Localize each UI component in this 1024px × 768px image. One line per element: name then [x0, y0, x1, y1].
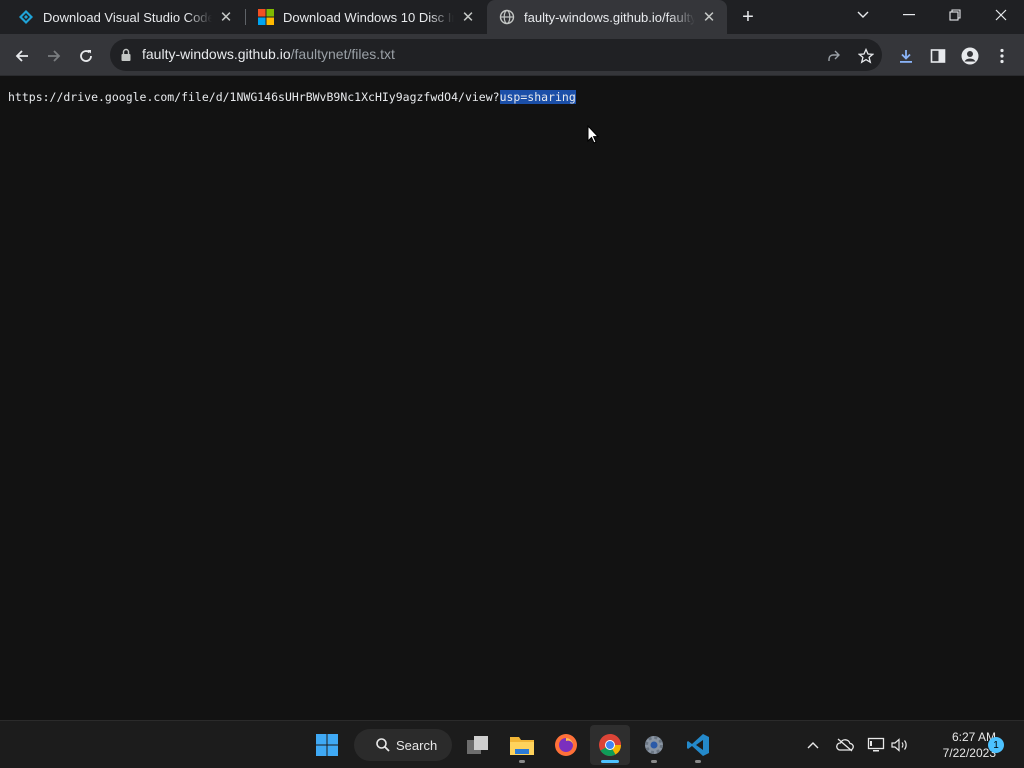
forward-arrow-icon[interactable]: [40, 42, 68, 70]
taskbar-clock[interactable]: 6:27 AM 7/22/2023: [914, 729, 996, 761]
share-icon[interactable]: [820, 42, 848, 70]
tab-strip: Download Visual Studio Code 1.8 ✕ Downlo…: [0, 0, 1024, 34]
clock-time: 6:27 AM: [951, 730, 996, 744]
windows-logo-icon: [316, 734, 338, 756]
globe-icon: [499, 9, 515, 25]
restore-icon[interactable]: [932, 0, 978, 30]
url-path: /faultynet/files.txt: [290, 46, 395, 62]
minimize-icon[interactable]: [886, 0, 932, 30]
task-view-icon[interactable]: [458, 725, 498, 765]
file-text-line: https://drive.google.com/file/d/1NWG146s…: [8, 90, 576, 104]
start-button[interactable]: [307, 725, 347, 765]
microsoft-logo-icon: [258, 9, 274, 25]
bookmark-star-icon[interactable]: [852, 42, 880, 70]
close-window-icon[interactable]: [978, 0, 1024, 30]
chrome-icon[interactable]: [590, 725, 630, 765]
address-url[interactable]: faulty-windows.github.io/faultynet/files…: [142, 46, 395, 62]
firefox-icon[interactable]: [546, 725, 586, 765]
running-indicator: [695, 760, 701, 763]
download-icon[interactable]: [892, 42, 920, 70]
onedrive-offline-icon[interactable]: [835, 735, 855, 755]
url-host: faulty-windows.github.io: [142, 46, 291, 62]
windows-taskbar: Search 6:27 AM 7/22/2023 1: [0, 720, 1024, 768]
tab-windows-download[interactable]: Download Windows 10 Disc Imag ✕: [240, 0, 486, 34]
tab-title: Download Windows 10 Disc Imag: [283, 9, 454, 25]
notification-badge[interactable]: 1: [988, 737, 1004, 753]
side-panel-icon[interactable]: [924, 42, 952, 70]
reload-icon[interactable]: [72, 42, 100, 70]
running-indicator: [651, 760, 657, 763]
show-hidden-icons-chevron-icon[interactable]: [803, 735, 823, 755]
back-arrow-icon[interactable]: [8, 42, 36, 70]
running-indicator: [519, 760, 525, 763]
search-icon: [376, 738, 390, 752]
tab-close-icon[interactable]: ✕: [699, 7, 719, 27]
active-indicator: [601, 760, 619, 763]
page-content: https://drive.google.com/file/d/1NWG146s…: [0, 77, 1024, 720]
tab-close-icon[interactable]: ✕: [216, 7, 236, 27]
mouse-pointer-icon: [587, 124, 600, 149]
tab-close-icon[interactable]: ✕: [458, 7, 478, 27]
vscode-icon[interactable]: [678, 725, 718, 765]
tab-search-chevron-icon[interactable]: [840, 0, 886, 30]
taskbar-search-button[interactable]: Search: [354, 729, 452, 761]
tab-title: Download Visual Studio Code 1.8: [43, 9, 212, 25]
file-explorer-icon[interactable]: [502, 725, 542, 765]
tab-faulty-windows[interactable]: faulty-windows.github.io/faultyne ✕: [487, 0, 727, 34]
clock-date: 7/22/2023: [942, 746, 996, 760]
vscode-diamond-icon: [18, 9, 34, 25]
profile-icon[interactable]: [956, 42, 984, 70]
new-tab-button[interactable]: +: [736, 5, 760, 29]
drive-link-text: https://drive.google.com/file/d/1NWG146s…: [8, 90, 500, 104]
tab-vscode-download[interactable]: Download Visual Studio Code 1.8 ✕: [0, 0, 244, 34]
tab-title: faulty-windows.github.io/faultyne: [524, 9, 695, 25]
settings-gear-icon[interactable]: [634, 725, 674, 765]
menu-kebab-icon[interactable]: [988, 42, 1016, 70]
volume-icon[interactable]: [890, 735, 910, 755]
lock-icon[interactable]: [120, 48, 132, 62]
selected-text: usp=sharing: [499, 90, 576, 104]
search-label: Search: [396, 737, 438, 753]
network-icon[interactable]: [866, 735, 886, 755]
